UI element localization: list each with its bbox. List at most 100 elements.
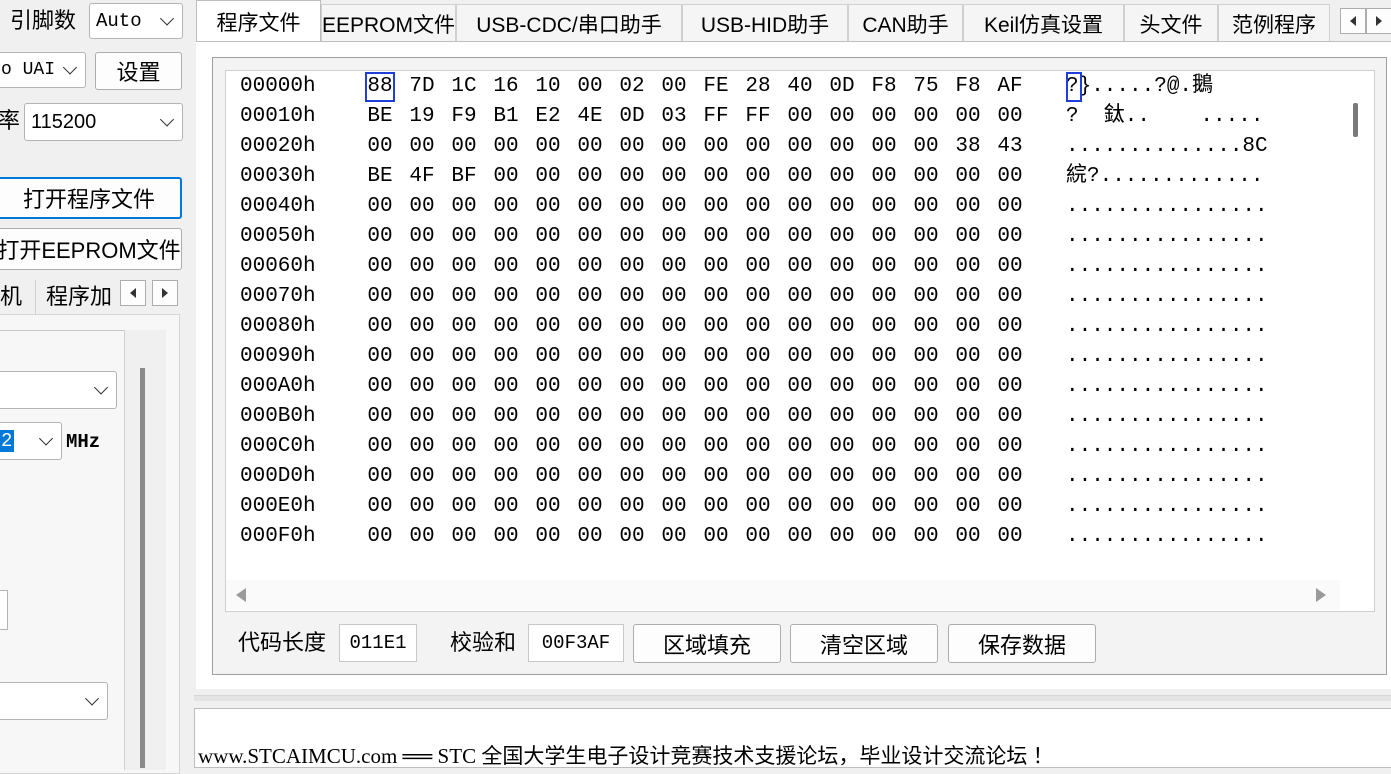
baud-select[interactable]: 115200 [24, 103, 183, 141]
hex-byte[interactable]: 00 [953, 282, 983, 312]
hex-byte[interactable]: 00 [575, 492, 605, 522]
hex-byte[interactable]: 00 [533, 462, 563, 492]
hex-horizontal-scrollbar[interactable] [226, 580, 1340, 610]
splitter[interactable] [194, 695, 1391, 701]
hex-byte[interactable]: 00 [995, 522, 1025, 552]
hex-byte[interactable]: 00 [407, 222, 437, 252]
hex-byte[interactable]: 00 [995, 432, 1025, 462]
hex-byte[interactable]: 00 [449, 192, 479, 222]
hex-byte[interactable]: 00 [701, 192, 731, 222]
hex-byte[interactable]: 00 [365, 192, 395, 222]
hex-byte[interactable]: 00 [827, 462, 857, 492]
hex-byte[interactable]: 00 [743, 312, 773, 342]
hex-byte[interactable]: 00 [995, 102, 1025, 132]
hex-byte[interactable]: 00 [491, 162, 521, 192]
subtab-program-add[interactable]: 程序加 [46, 282, 118, 312]
hex-byte[interactable]: 00 [575, 462, 605, 492]
hex-byte[interactable]: 00 [701, 462, 731, 492]
subtab-machine[interactable]: 机 [0, 282, 22, 312]
hex-byte[interactable]: 00 [953, 462, 983, 492]
hex-byte[interactable]: 00 [827, 222, 857, 252]
hex-byte[interactable]: 00 [575, 432, 605, 462]
hex-byte[interactable]: 4E [575, 102, 605, 132]
hex-byte[interactable]: 00 [911, 342, 941, 372]
hex-byte[interactable]: 00 [827, 372, 857, 402]
hex-byte[interactable]: 00 [449, 402, 479, 432]
hex-ascii[interactable]: ................ [1066, 522, 1268, 552]
hex-byte[interactable]: 00 [911, 222, 941, 252]
hex-byte[interactable]: 00 [701, 342, 731, 372]
hex-byte[interactable]: 00 [491, 222, 521, 252]
hex-byte[interactable]: 00 [701, 132, 731, 162]
hex-byte[interactable]: 00 [491, 372, 521, 402]
hex-byte[interactable]: 00 [575, 132, 605, 162]
hex-byte[interactable]: 00 [407, 282, 437, 312]
hex-byte[interactable]: 00 [743, 252, 773, 282]
hex-byte[interactable]: 00 [491, 132, 521, 162]
hex-ascii[interactable]: ................ [1066, 402, 1268, 432]
hex-byte[interactable]: 00 [869, 402, 899, 432]
hex-byte[interactable]: 00 [911, 522, 941, 552]
hex-byte[interactable]: 00 [491, 342, 521, 372]
hex-byte[interactable]: 00 [533, 282, 563, 312]
hex-byte[interactable]: 00 [785, 222, 815, 252]
hex-byte[interactable]: 00 [491, 492, 521, 522]
hex-byte[interactable]: 00 [827, 102, 857, 132]
hex-byte[interactable]: 00 [911, 252, 941, 282]
hex-byte[interactable]: B1 [491, 102, 521, 132]
hex-byte[interactable]: 00 [533, 522, 563, 552]
hex-byte[interactable]: 00 [869, 252, 899, 282]
hex-byte[interactable]: 00 [491, 432, 521, 462]
hex-byte[interactable]: 00 [617, 462, 647, 492]
hex-byte[interactable]: 00 [407, 522, 437, 552]
hex-byte[interactable]: 00 [701, 402, 731, 432]
hex-byte[interactable]: 00 [407, 372, 437, 402]
hex-byte[interactable]: 00 [365, 372, 395, 402]
hex-byte[interactable]: 00 [491, 462, 521, 492]
hex-byte[interactable]: 00 [869, 162, 899, 192]
hex-byte[interactable]: 00 [533, 192, 563, 222]
hex-byte[interactable]: 00 [365, 492, 395, 522]
hex-byte[interactable]: 00 [407, 192, 437, 222]
hex-byte[interactable]: 00 [365, 132, 395, 162]
hex-ascii[interactable]: ................ [1066, 372, 1268, 402]
hex-byte[interactable]: 00 [491, 402, 521, 432]
hex-ascii[interactable]: ................ [1066, 462, 1268, 492]
chip-select[interactable] [0, 371, 117, 409]
hex-byte[interactable]: 00 [407, 132, 437, 162]
hex-ascii[interactable]: ................ [1066, 342, 1268, 372]
hex-byte[interactable]: 00 [659, 72, 689, 102]
hex-byte[interactable]: 00 [659, 432, 689, 462]
hex-byte[interactable]: 00 [743, 372, 773, 402]
hex-byte[interactable]: 00 [785, 432, 815, 462]
hex-byte[interactable]: 00 [617, 492, 647, 522]
hex-byte[interactable]: 00 [911, 192, 941, 222]
hex-byte[interactable]: 00 [701, 222, 731, 252]
hex-byte[interactable]: 00 [995, 372, 1025, 402]
hex-byte[interactable]: F8 [953, 72, 983, 102]
hex-byte[interactable]: E2 [533, 102, 563, 132]
hex-byte[interactable]: 00 [365, 402, 395, 432]
hex-byte[interactable]: 00 [617, 432, 647, 462]
hex-byte[interactable]: 00 [491, 522, 521, 552]
hex-byte[interactable]: 00 [953, 222, 983, 252]
hex-byte[interactable]: 00 [617, 222, 647, 252]
hex-byte[interactable]: 7D [407, 72, 437, 102]
hex-byte[interactable]: AF [995, 72, 1025, 102]
hex-byte[interactable]: 00 [953, 342, 983, 372]
hex-ascii[interactable]: ................ [1066, 432, 1268, 462]
hex-byte[interactable]: 00 [869, 522, 899, 552]
hex-byte[interactable]: 00 [533, 312, 563, 342]
hex-byte[interactable]: 00 [449, 522, 479, 552]
pin-count-select[interactable]: Auto [89, 3, 183, 39]
open-program-file-button[interactable]: 打开程序文件 [0, 177, 182, 219]
hex-byte[interactable]: 43 [995, 132, 1025, 162]
hex-byte[interactable]: 00 [911, 162, 941, 192]
hex-byte[interactable]: 00 [827, 432, 857, 462]
hex-byte[interactable]: 00 [449, 312, 479, 342]
hex-byte[interactable]: 00 [743, 492, 773, 522]
hex-byte[interactable]: 00 [659, 312, 689, 342]
hex-byte[interactable]: 00 [785, 402, 815, 432]
hex-byte[interactable]: 00 [743, 162, 773, 192]
hex-byte[interactable]: 00 [617, 162, 647, 192]
